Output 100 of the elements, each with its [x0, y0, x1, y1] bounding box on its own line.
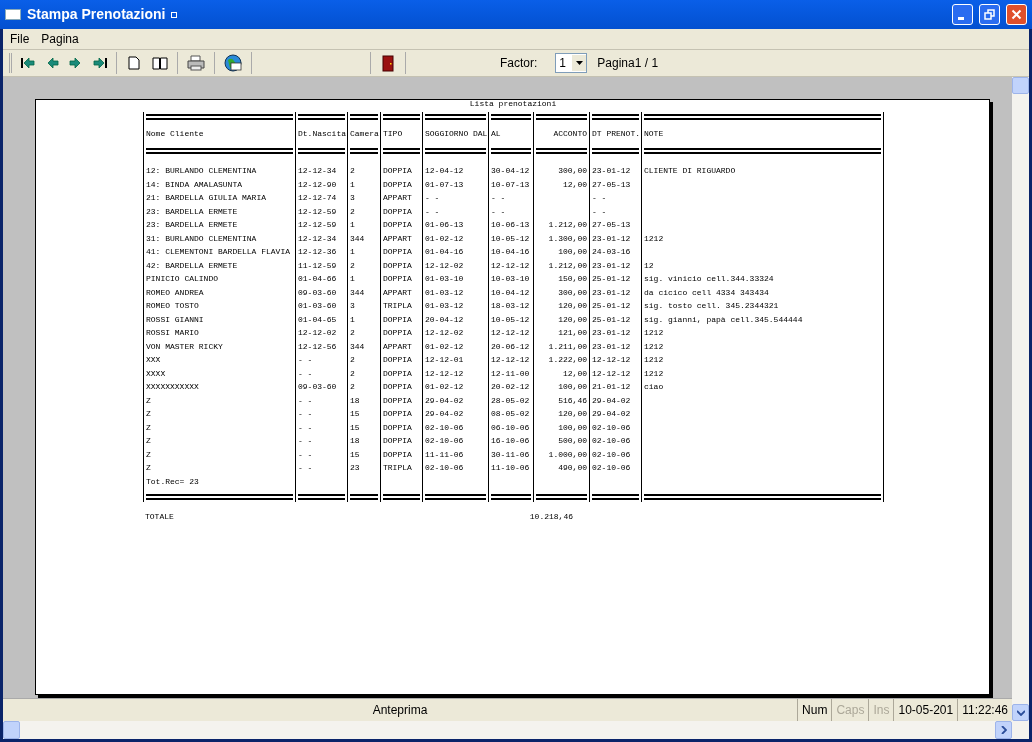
table-cell: 02-10-06 — [592, 436, 631, 445]
table-cell: 1212 — [644, 233, 664, 243]
minimize-button[interactable] — [952, 4, 973, 25]
table-cell: 14: BINDA AMALASUNTA — [146, 179, 242, 189]
table-cell: Z — [146, 395, 151, 405]
table-cell: 2 — [350, 166, 355, 175]
table-cell: 500,00 — [558, 436, 587, 445]
double-rule — [425, 148, 486, 154]
menu-item[interactable]: File — [6, 30, 34, 48]
horizontal-scrollbar[interactable] — [3, 721, 1012, 739]
table-cell: 12-12-12 — [592, 368, 631, 378]
table-cell: 12-12-02 — [425, 260, 464, 270]
table-cell: 12-12-12 — [491, 328, 530, 337]
record-count: Tot.Rec= 23 — [146, 476, 199, 486]
table-cell: 23-01-12 — [592, 328, 631, 337]
double-rule — [592, 148, 639, 154]
table-cell: 12-04-12 — [425, 166, 464, 175]
table-cell: 1212 — [644, 368, 664, 378]
table-cell: DOPPIA — [383, 260, 412, 270]
table-cell: 1 — [350, 274, 355, 283]
table-cell: 1.211,00 — [548, 341, 587, 351]
table-cell: - - — [298, 449, 313, 459]
table-cell: - - — [491, 206, 506, 216]
table-cell: 100,00 — [558, 382, 587, 391]
table-cell: 120,00 — [558, 409, 587, 418]
table-cell: 1212 — [644, 355, 664, 364]
table-cell: 490,00 — [558, 463, 587, 472]
table-cell: 516,46 — [558, 395, 587, 405]
table-cell: 01-03-12 — [425, 287, 464, 297]
table-cell: 1212 — [644, 328, 664, 337]
double-rule — [298, 494, 345, 500]
globe-mail-icon — [224, 54, 242, 72]
table-cell: 120,00 — [558, 314, 587, 324]
table-cell: 30-04-12 — [491, 166, 530, 175]
table-cell: 01-07-13 — [425, 179, 464, 189]
vertical-scrollbar[interactable] — [1012, 77, 1029, 739]
table-cell: 20-02-12 — [491, 382, 530, 391]
double-rule — [491, 494, 531, 500]
double-rule — [536, 114, 587, 120]
table-cell: 12,00 — [563, 179, 587, 189]
table-cell: 2 — [350, 368, 355, 378]
close-button[interactable] — [1006, 4, 1027, 25]
table-cell: Z — [146, 409, 151, 418]
double-rule — [592, 114, 639, 120]
table-cell: ROSSI GIANNI — [146, 314, 204, 324]
column-header: NOTE — [641, 122, 884, 146]
table-cell: - - — [425, 206, 440, 216]
table-cell: 1 — [350, 314, 355, 324]
table-cell: 25-01-12 — [592, 301, 631, 310]
table-cell: DOPPIA — [383, 436, 412, 445]
menu-item[interactable]: Pagina — [37, 30, 83, 48]
double-rule — [383, 148, 420, 154]
table-cell: 15 — [350, 409, 360, 418]
table-cell: DOPPIA — [383, 179, 412, 189]
table-cell: 01-02-12 — [425, 341, 464, 351]
table-cell: 2 — [350, 328, 355, 337]
table-cell: 10-05-12 — [491, 314, 530, 324]
table-cell: sig. gianni, papà cell.345.544444 — [644, 314, 803, 324]
table-cell: 150,00 — [558, 274, 587, 283]
table-cell: DOPPIA — [383, 422, 412, 432]
double-rule — [383, 494, 420, 500]
scroll-down-button[interactable] — [1012, 704, 1029, 721]
table-cell: 01-02-12 — [425, 382, 464, 391]
table-cell: 3 — [350, 193, 355, 202]
table-cell: 20-06-12 — [491, 341, 530, 351]
table-cell: 01-04-65 — [298, 314, 337, 324]
table-cell: CLIENTE DI RIGUARDO — [644, 166, 736, 175]
table-cell: 1.000,00 — [548, 449, 587, 459]
system-menu-icon[interactable] — [171, 11, 178, 18]
factor-label: Factor: — [500, 55, 538, 72]
table-cell: 30-11-06 — [491, 449, 530, 459]
double-rule — [298, 114, 345, 120]
table-cell: 12-12-12 — [425, 368, 464, 378]
table-cell: Z — [146, 422, 151, 432]
table-cell: 12-12-12 — [592, 355, 631, 364]
table-cell: 18-03-12 — [491, 301, 530, 310]
factor-dropdown[interactable]: 1 — [555, 53, 588, 73]
down-chevron-icon — [1016, 709, 1025, 716]
table-cell: APPART — [383, 341, 412, 351]
table-cell: 1 — [350, 179, 355, 189]
scroll-right-button[interactable] — [995, 721, 1012, 739]
table-cell: 12-12-74 — [298, 193, 337, 202]
total-label: TOTALE — [144, 511, 175, 523]
table-cell: 12-12-34 — [298, 233, 337, 243]
double-rule — [592, 494, 639, 500]
table-cell: DOPPIA — [383, 355, 412, 364]
table-cell: 01-02-12 — [425, 233, 464, 243]
table-cell: 02-10-06 — [592, 422, 631, 432]
open-book-icon — [152, 56, 168, 70]
restore-button[interactable] — [979, 4, 1000, 25]
table-cell: 09-03-60 — [298, 287, 337, 297]
table-cell: 02-10-06 — [592, 463, 631, 472]
table-cell: Z — [146, 449, 151, 459]
table-cell: ciao — [644, 382, 664, 391]
table-cell: XXXXXXXXXXX — [146, 382, 199, 391]
table-cell: 1 — [350, 247, 355, 256]
table-cell: 1 — [350, 220, 355, 229]
table-cell: 10-05-12 — [491, 233, 530, 243]
table-cell: 23-01-12 — [592, 166, 631, 175]
table-cell: 41: CLEMENTONI BARDELLA FLAVIA — [146, 247, 291, 256]
